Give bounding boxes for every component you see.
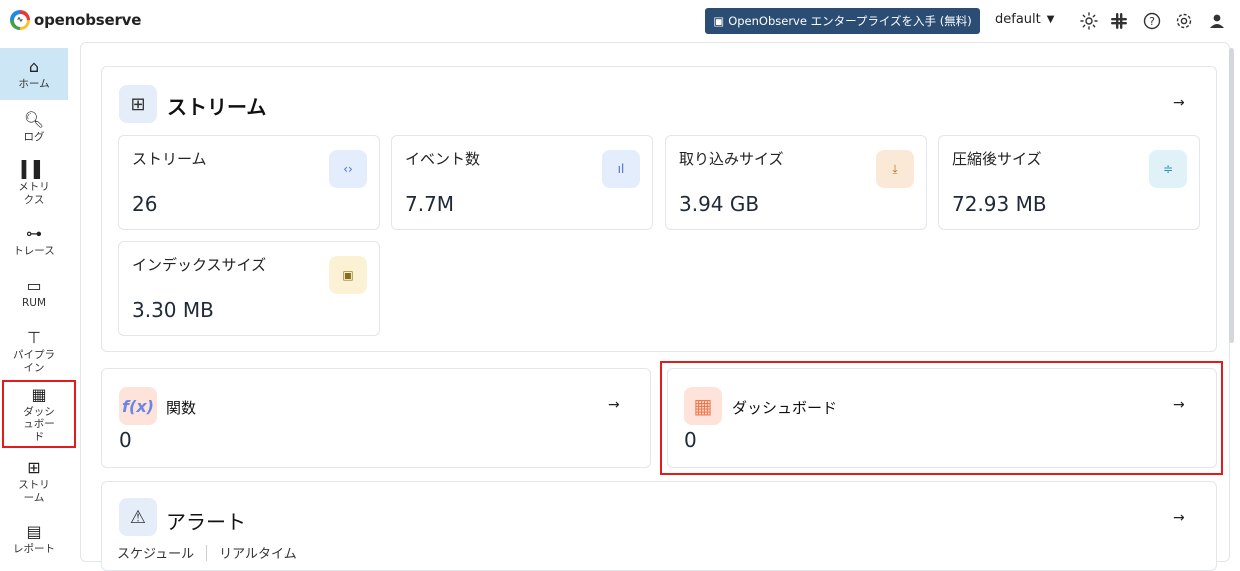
settings-gear-icon[interactable] (1173, 10, 1195, 32)
stat-value: 26 (132, 192, 158, 216)
bar-chart-icon: ▍▌ (21, 159, 47, 179)
slack-icon[interactable] (1108, 10, 1130, 32)
compress-icon: ≑ (1149, 150, 1187, 188)
search-icon: 🔍︎ (23, 110, 45, 130)
sidebar-item-label: ホーム (18, 78, 50, 91)
functions-title: 関数 (166, 399, 197, 417)
top-header: ∿ openobserve ▣ OpenObserve エンタープライズを入手 … (0, 0, 1240, 42)
functions-panel[interactable]: f(x) 関数 → 0 (101, 368, 651, 468)
functions-count: 0 (119, 428, 132, 452)
report-icon: ▤ (26, 522, 42, 542)
sidebar-item-rum[interactable]: ▭ RUM (0, 270, 68, 316)
sidebar-item-label: レポート (13, 543, 55, 556)
save-icon: ▣ (329, 256, 367, 294)
tab-scheduled[interactable]: スケジュール (117, 543, 194, 562)
home-icon: ⌂ (28, 57, 40, 77)
sidebar-item-pipelines[interactable]: ⊤ パイプライン (0, 322, 68, 380)
help-icon[interactable]: ? (1141, 10, 1163, 32)
stat-label: イベント数 (405, 150, 481, 168)
functions-arrow-right-icon[interactable]: → (608, 397, 620, 413)
stat-value: 72.93 MB (952, 192, 1047, 216)
streams-panel: ⊞ ストリーム → ストリーム 26 ‹› イベント数 7.7M ıl 取り込み… (101, 66, 1217, 352)
sidebar-item-label: メトリクス (18, 181, 50, 206)
org-select-value: default (995, 12, 1041, 27)
grid-icon: ⊞ (119, 85, 157, 123)
stat-label: インデックスサイズ (132, 256, 267, 274)
get-enterprise-button[interactable]: ▣ OpenObserve エンタープライズを入手 (無料) (705, 8, 980, 34)
svg-text:?: ? (1149, 15, 1155, 28)
alerts-tabs: スケジュール リアルタイム (117, 543, 297, 562)
left-sidebar: ⌂ ホーム 🔍︎ ログ ▍▌ メトリクス ⊶ トレース ▭ RUM ⊤ パイプラ… (0, 42, 76, 567)
pipeline-icon: ⊤ (27, 327, 41, 347)
app-logo[interactable]: ∿ openobserve (10, 10, 141, 30)
streams-arrow-right-icon[interactable]: → (1173, 95, 1185, 111)
stat-label: ストリーム (132, 150, 207, 168)
sidebar-item-reports[interactable]: ▤ レポート (0, 516, 68, 562)
sidebar-item-home[interactable]: ⌂ ホーム (0, 48, 68, 100)
sidebar-item-label: ログ (23, 131, 45, 144)
stat-card-events: イベント数 7.7M ıl (391, 135, 653, 230)
stat-card-streams: ストリーム 26 ‹› (118, 135, 380, 230)
sidebar-item-streams[interactable]: ⊞ ストリーム (0, 452, 68, 510)
code-icon: ‹› (329, 150, 367, 188)
stat-value: 3.30 MB (132, 298, 214, 322)
trace-icon: ⊶ (26, 224, 42, 244)
sidebar-item-dashboards[interactable]: ▦ ダッシュボード (2, 380, 76, 448)
grid-icon: ⊞ (27, 457, 41, 477)
sidebar-item-label: パイプライン (13, 349, 55, 374)
sidebar-item-metrics[interactable]: ▍▌ メトリクス (0, 154, 68, 212)
tab-realtime[interactable]: リアルタイム (219, 543, 297, 562)
dashboards-highlight-box (660, 361, 1223, 475)
stat-card-compressed-size: 圧縮後サイズ 72.93 MB ≑ (938, 135, 1200, 230)
sidebar-item-label: ダッシュボード (23, 405, 55, 443)
logo-text: openobserve (34, 11, 142, 29)
dashboard-icon: ▦ (31, 384, 47, 404)
bar-chart-icon: ıl (602, 150, 640, 188)
briefcase-icon: ▣ (713, 14, 725, 28)
function-icon: f(x) (119, 387, 157, 425)
main-scrollbar[interactable] (1229, 48, 1234, 343)
stat-label: 取り込みサイズ (679, 150, 784, 168)
logo-mark-icon: ∿ (10, 10, 30, 30)
stat-card-index-size: インデックスサイズ 3.30 MB ▣ (118, 241, 380, 336)
alerts-title: アラート (166, 510, 246, 534)
warning-icon: ⚠ (119, 498, 157, 536)
devices-icon: ▭ (26, 276, 42, 296)
sidebar-item-logs[interactable]: 🔍︎ ログ (0, 104, 68, 150)
download-icon: ⤓ (876, 150, 914, 188)
sidebar-item-label: RUM (21, 297, 47, 310)
organization-select[interactable]: default ▼ (995, 12, 1054, 27)
stat-value: 7.7M (405, 192, 455, 216)
sidebar-item-label: ストリーム (18, 479, 50, 504)
tab-divider (206, 544, 208, 561)
stat-value: 3.94 GB (679, 192, 760, 216)
get-enterprise-label: OpenObserve エンタープライズを入手 (無料) (728, 14, 972, 28)
user-profile-icon[interactable] (1206, 10, 1228, 32)
caret-down-icon: ▼ (1046, 14, 1055, 25)
streams-title: ストリーム (167, 95, 267, 119)
sidebar-item-label: トレース (13, 245, 55, 258)
alerts-arrow-right-icon[interactable]: → (1173, 510, 1185, 526)
stat-label: 圧縮後サイズ (952, 150, 1042, 168)
sidebar-item-traces[interactable]: ⊶ トレース (0, 218, 68, 264)
stat-card-ingested-size: 取り込みサイズ 3.94 GB ⤓ (665, 135, 927, 230)
theme-toggle-icon[interactable] (1078, 10, 1100, 32)
